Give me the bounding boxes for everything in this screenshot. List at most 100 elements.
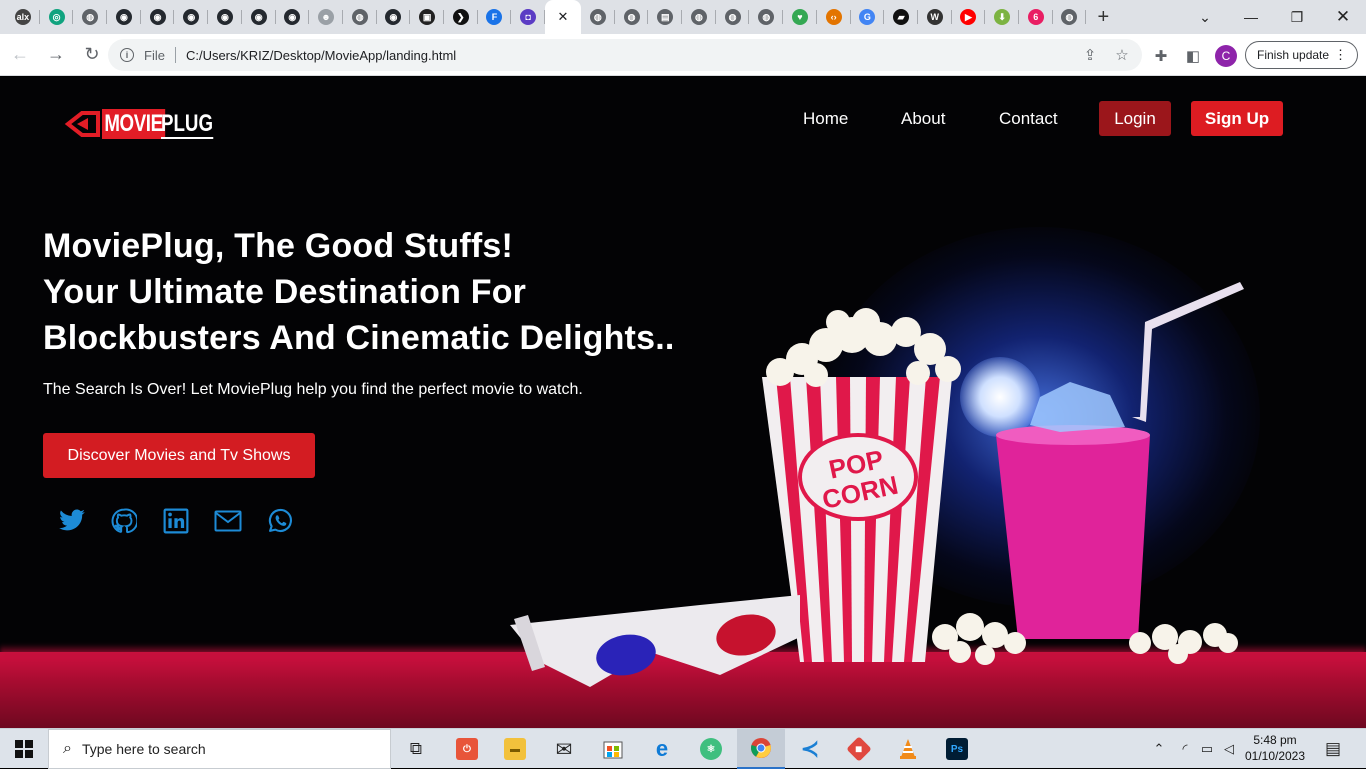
browser-tab[interactable]: 6 — [1019, 0, 1053, 34]
browser-tab[interactable]: ♥ — [783, 0, 817, 34]
browser-tab[interactable]: ‹› — [817, 0, 851, 34]
close-window-button[interactable]: ✕ — [1320, 0, 1366, 34]
browser-tab[interactable]: ◍ — [682, 0, 716, 34]
react-icon[interactable]: ⚛ — [687, 729, 735, 769]
browser-tab[interactable]: ◉ — [208, 0, 242, 34]
hero-subline: The Search Is Over! Let MoviePlug help y… — [43, 381, 583, 398]
tab-search-button[interactable]: ⌄ — [1182, 0, 1228, 34]
browser-tab[interactable]: ❯ — [444, 0, 478, 34]
globe-icon: ◍ — [589, 9, 606, 25]
chevron-up-icon[interactable]: ⌃ — [1150, 729, 1168, 769]
browser-tab[interactable]: ◍ — [73, 0, 107, 34]
profile-avatar[interactable]: C — [1215, 45, 1237, 67]
browser-tab[interactable]: ◉ — [242, 0, 276, 34]
document-icon: ▤ — [657, 9, 674, 25]
browser-tab[interactable]: alx — [6, 0, 40, 34]
vlc-icon[interactable] — [884, 729, 932, 769]
straw — [1132, 282, 1244, 422]
store-icon[interactable] — [589, 729, 637, 769]
battery-icon[interactable]: ▭ — [1197, 729, 1217, 769]
browser-tab[interactable]: ◍ — [716, 0, 750, 34]
flutter-icon: F — [486, 9, 503, 25]
browser-tab[interactable]: ▤ — [648, 0, 682, 34]
browser-tab[interactable]: ▰ — [884, 0, 918, 34]
download-icon: ⬇ — [994, 9, 1011, 25]
github-icon[interactable] — [109, 506, 139, 536]
chrome-icon[interactable] — [737, 729, 785, 769]
nav-about[interactable]: About — [901, 109, 945, 129]
browser-tab[interactable]: ◉ — [276, 0, 310, 34]
bookmark-star-icon[interactable]: ☆ — [1114, 47, 1130, 64]
git-icon[interactable]: ◆ — [835, 729, 883, 769]
edge-icon[interactable]: e — [638, 729, 686, 769]
side-panel-icon[interactable]: ◧ — [1184, 47, 1202, 65]
address-bar[interactable]: i File C:/Users/KRIZ/Desktop/MovieApp/la… — [108, 39, 1142, 71]
volume-icon[interactable]: ◁ — [1219, 729, 1239, 769]
openai-icon: ◎ — [48, 9, 65, 25]
login-button[interactable]: Login — [1099, 101, 1171, 136]
browser-tab[interactable]: ◉ — [141, 0, 175, 34]
signup-button[interactable]: Sign Up — [1191, 101, 1283, 136]
nav-contact[interactable]: Contact — [999, 109, 1058, 129]
youtube-icon: ▶ — [960, 9, 977, 25]
linkedin-icon[interactable] — [161, 506, 191, 536]
browser-tab[interactable]: ◍ — [749, 0, 783, 34]
info-icon[interactable]: i — [120, 48, 134, 62]
url-text[interactable]: C:/Users/KRIZ/Desktop/MovieApp/landing.h… — [186, 48, 456, 63]
system-clock[interactable]: 5:48 pm 01/10/2023 — [1240, 732, 1310, 764]
divider — [174, 47, 176, 63]
browser-tab[interactable]: ◎ — [40, 0, 74, 34]
browser-tab[interactable]: W — [918, 0, 952, 34]
browser-tab[interactable]: ☻ — [309, 0, 343, 34]
back-button[interactable]: ← — [4, 39, 36, 71]
browser-tab[interactable]: G — [851, 0, 885, 34]
maximize-button[interactable]: ❐ — [1274, 0, 1320, 34]
browser-tab[interactable]: ◍ — [615, 0, 649, 34]
forward-button[interactable]: → — [40, 39, 72, 71]
browser-tab[interactable]: ◉ — [174, 0, 208, 34]
browser-tab[interactable]: ▣ — [410, 0, 444, 34]
globe-icon: ◍ — [623, 9, 640, 25]
clock-time: 5:48 pm — [1253, 733, 1297, 747]
file-explorer-icon[interactable]: ▬ — [491, 729, 539, 769]
whatsapp-icon[interactable] — [265, 506, 295, 536]
minimize-button[interactable]: — — [1228, 0, 1274, 34]
globe-icon: ◍ — [82, 9, 99, 25]
browser-tab[interactable]: F — [478, 0, 512, 34]
plex-icon: ❯ — [452, 9, 469, 25]
tab-active[interactable]: ✕ — [545, 0, 581, 34]
browser-tab[interactable]: ◍ — [1053, 0, 1087, 34]
browser-tab[interactable]: ◉ — [377, 0, 411, 34]
twitter-icon[interactable] — [57, 506, 87, 536]
headline-line-3: Blockbusters And Cinematic Delights.. — [43, 319, 675, 357]
finish-update-button[interactable]: Finish update ⋮ — [1245, 41, 1358, 69]
mail-icon[interactable]: ✉ — [540, 729, 588, 769]
discover-button[interactable]: Discover Movies and Tv Shows — [43, 433, 315, 478]
close-icon[interactable]: ✕ — [555, 9, 571, 25]
wifi-icon[interactable]: ◜ — [1175, 729, 1195, 769]
browser-tab[interactable]: ◉ — [107, 0, 141, 34]
hero-headline: MoviePlug, The Good Stuffs! Your Ultimat… — [43, 223, 675, 361]
mail-icon[interactable] — [213, 506, 243, 536]
start-button[interactable] — [0, 729, 48, 769]
taskbar-search[interactable]: ⌕ Type here to search — [48, 729, 391, 769]
reload-button[interactable]: ↻ — [76, 39, 108, 71]
photoshop-icon[interactable]: Ps — [933, 729, 981, 769]
browser-tab[interactable]: ▶ — [952, 0, 986, 34]
browser-tab[interactable]: ◍ — [343, 0, 377, 34]
globe-icon: ◍ — [724, 9, 741, 25]
browser-tab[interactable]: ⬇ — [985, 0, 1019, 34]
vscode-icon[interactable]: ≺ — [786, 729, 834, 769]
github-icon: ◉ — [284, 9, 301, 25]
browser-tab[interactable]: ◍ — [581, 0, 615, 34]
new-tab-button[interactable]: + — [1086, 0, 1120, 34]
notification-icon[interactable]: ▤ — [1318, 729, 1348, 769]
windows-taskbar: ⌕ Type here to search ⧉ ⏻ ▬ ✉ e ⚛ ≺ ◆ Ps… — [0, 728, 1366, 769]
extensions-icon[interactable]: ✚ — [1152, 47, 1170, 65]
app-icon[interactable]: ⏻ — [443, 729, 491, 769]
github-icon: ◉ — [385, 9, 402, 25]
task-view-icon[interactable]: ⧉ — [392, 729, 440, 769]
share-icon[interactable]: ⇪ — [1082, 47, 1098, 64]
browser-tab[interactable]: ◘ — [511, 0, 545, 34]
nav-home[interactable]: Home — [803, 109, 848, 129]
